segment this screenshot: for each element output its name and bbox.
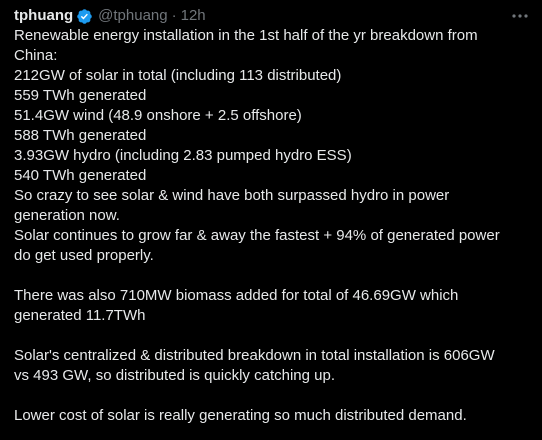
verified-badge-icon — [76, 8, 93, 25]
tweet-line: Lower cost of solar is really generating… — [14, 407, 467, 424]
tweet-line: vs 493 GW, so distributed is quickly cat… — [14, 367, 335, 384]
tweet-line: 51.4GW wind (48.9 onshore + 2.5 offshore… — [14, 107, 302, 124]
tweet-line: 212GW of solar in total (including 113 d… — [14, 67, 342, 84]
tweet-line: 588 TWh generated — [14, 127, 147, 144]
tweet-line: So crazy to see solar & wind have both s… — [14, 187, 450, 204]
tweet-text: Renewable energy installation in the 1st… — [14, 26, 528, 426]
tweet-line: generation now. — [14, 207, 120, 224]
tweet-header: tphuang @tphuang · 12h — [14, 6, 528, 26]
tweet-line: generated 11.7TWh — [14, 307, 146, 324]
tweet-line: Solar continues to grow far & away the f… — [14, 227, 500, 244]
header-separator: · — [171, 7, 177, 24]
author-handle[interactable]: @tphuang — [98, 6, 167, 26]
tweet-timestamp[interactable]: 12h — [181, 6, 206, 26]
more-options-button[interactable] — [510, 6, 530, 26]
tweet-container: tphuang @tphuang · 12h Renewable energy … — [0, 0, 542, 440]
more-horizontal-icon — [512, 14, 528, 18]
tweet-line: There was also 710MW biomass added for t… — [14, 287, 459, 304]
tweet-line: 559 TWh generated — [14, 87, 147, 104]
tweet-line: Solar's centralized & distributed breakd… — [14, 347, 495, 364]
author-name[interactable]: tphuang — [14, 6, 73, 26]
tweet-line: Renewable energy installation in the 1st… — [14, 27, 478, 44]
tweet-line: 3.93GW hydro (including 2.83 pumped hydr… — [14, 147, 352, 164]
tweet-line: do get used properly. — [14, 247, 154, 264]
tweet-line: China: — [14, 47, 58, 64]
tweet-line: 540 TWh generated — [14, 167, 147, 184]
